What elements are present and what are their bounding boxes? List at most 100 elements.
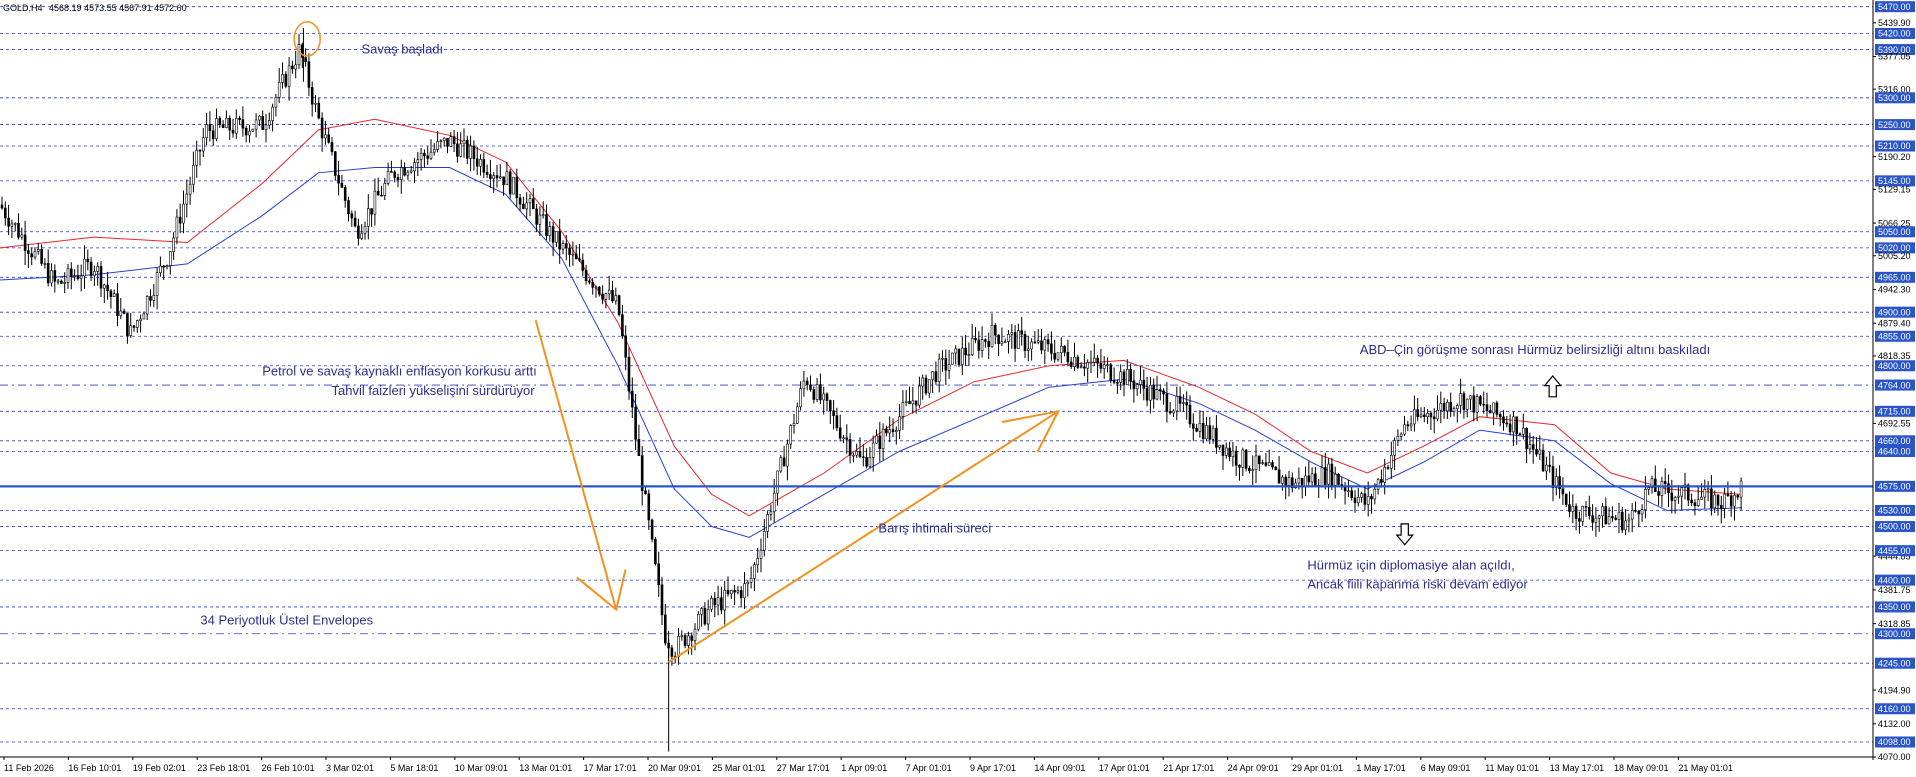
candle-body	[786, 443, 789, 467]
candle-body	[904, 401, 908, 403]
candle-body	[10, 223, 14, 227]
candle-body	[70, 268, 73, 278]
candle-body	[1353, 497, 1357, 504]
candle-body	[145, 296, 149, 315]
price-label: 4800.00	[1878, 361, 1911, 371]
candle-body	[993, 325, 997, 336]
candle-body	[264, 124, 268, 130]
candle-body	[1360, 493, 1363, 498]
candle-body	[1165, 393, 1169, 412]
candle-body	[66, 268, 70, 283]
candle-body	[888, 429, 892, 434]
candle-body	[733, 589, 736, 593]
price-label: 4942.30	[1878, 285, 1911, 295]
candle-body	[581, 259, 585, 271]
candle-body	[235, 118, 238, 134]
candle-body	[1611, 516, 1614, 519]
candle-body	[957, 348, 961, 365]
candle-body	[1505, 422, 1509, 425]
candle-body	[766, 514, 769, 532]
candle-body	[320, 117, 324, 139]
candle-body	[1383, 466, 1386, 483]
candle-body	[132, 325, 136, 328]
price-label: 5420.00	[1878, 29, 1911, 39]
candle-body	[1432, 416, 1436, 420]
candle-body	[162, 265, 165, 268]
candle-body	[287, 65, 291, 87]
candle-body	[670, 647, 674, 657]
candle-body	[1449, 401, 1452, 412]
candle-body	[1465, 398, 1469, 410]
candle-body	[1241, 449, 1245, 468]
candle-body	[505, 171, 509, 185]
time-label: 14 Apr 09:01	[1034, 763, 1085, 773]
candle-body	[1201, 423, 1205, 440]
candle-body	[489, 174, 492, 179]
candle-body	[215, 118, 218, 140]
candle-body	[409, 170, 413, 173]
candle-body	[1403, 424, 1406, 435]
candle-body	[1512, 416, 1515, 433]
candle-body	[192, 165, 195, 185]
candle-body	[1370, 496, 1373, 500]
candle-body	[1043, 339, 1047, 351]
candle-body	[241, 119, 245, 129]
candle-body	[1267, 462, 1271, 466]
candle-body	[984, 339, 987, 342]
candle-body	[347, 200, 350, 215]
candle-body	[244, 127, 248, 136]
candle-body	[1096, 357, 1099, 364]
candle-body	[1324, 467, 1327, 485]
candle-body	[1228, 447, 1231, 457]
candle-body	[416, 159, 420, 163]
candle-body	[195, 149, 198, 166]
candle-body	[588, 280, 591, 283]
candle-body	[614, 295, 618, 302]
candle-body	[281, 74, 284, 83]
candle-body	[1314, 473, 1317, 486]
candle-body	[1522, 427, 1525, 435]
candle-body	[1264, 462, 1268, 466]
candle-body	[238, 118, 241, 120]
price-label: 5377.05	[1878, 52, 1911, 62]
candle-body	[835, 415, 839, 429]
candle-body	[914, 400, 918, 406]
price-label: 4245.00	[1878, 658, 1911, 668]
candle-body	[396, 177, 400, 180]
time-label: 20 Mar 09:01	[648, 763, 701, 773]
candle-body	[439, 140, 443, 143]
candle-body	[274, 97, 278, 108]
candle-body	[1680, 487, 1683, 497]
candle-body	[93, 271, 96, 276]
candle-body	[944, 358, 948, 371]
candle-body	[647, 493, 651, 521]
candle-body	[518, 197, 522, 205]
candle-body	[13, 223, 17, 225]
candle-body	[291, 65, 294, 70]
price-label: 5300.00	[1878, 93, 1911, 103]
candle-body	[1607, 516, 1611, 525]
candle-body	[1621, 511, 1624, 531]
price-label: 4132.00	[1878, 719, 1911, 729]
time-label: 27 Mar 17:01	[777, 763, 830, 773]
candle-body	[1436, 409, 1439, 420]
candle-body	[1482, 403, 1485, 406]
candle-body	[564, 243, 568, 249]
price-label: 4855.00	[1878, 331, 1911, 341]
time-label: 13 Mar 01:01	[519, 763, 572, 773]
candle-body	[1122, 371, 1126, 385]
candle-body	[1234, 450, 1238, 466]
candle-body	[852, 454, 855, 457]
candle-body	[1548, 464, 1551, 467]
candle-body	[1218, 444, 1221, 448]
candle-body	[1723, 493, 1726, 509]
candle-body	[753, 564, 756, 579]
candle-body	[1373, 488, 1377, 500]
candle-body	[126, 313, 129, 336]
candle-body	[1007, 333, 1010, 342]
price-label: 4300.00	[1878, 629, 1911, 639]
price-chart[interactable]: Savaş başladı Petrol ve savaş kaynaklı en…	[0, 0, 1916, 777]
candle-body	[1248, 468, 1251, 471]
candle-body	[924, 377, 928, 394]
candle-body	[842, 437, 845, 440]
